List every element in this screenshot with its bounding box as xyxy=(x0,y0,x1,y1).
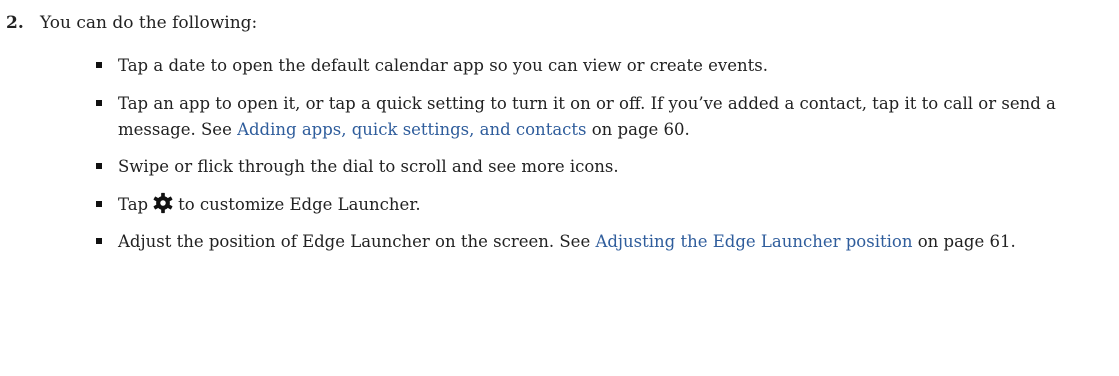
bullet-marker xyxy=(96,99,102,106)
bullet-marker xyxy=(96,238,102,244)
item-text: Swipe or flick through the dial to scrol… xyxy=(118,157,619,176)
item-text-after: on page 61. xyxy=(912,232,1016,251)
item-text-before: Adjust the position of Edge Launcher on … xyxy=(118,232,596,251)
item-text-after: to customize Edge Launcher. xyxy=(178,194,421,214)
bullet-marker xyxy=(96,163,102,169)
list-item: Swipe or flick through the dial to scrol… xyxy=(94,154,1109,180)
options-list: Tap a date to open the default calendar … xyxy=(94,53,1109,267)
list-item: Tap to customize Edge Launcher. xyxy=(94,192,1109,218)
item-text-after: on page 60. xyxy=(586,119,690,139)
gear-icon xyxy=(153,192,173,213)
bullet-marker xyxy=(96,62,102,68)
step-heading: 2. You can do the following: xyxy=(6,10,257,36)
step-number: 2. xyxy=(6,13,24,33)
item-text: Tap a date to open the default calendar … xyxy=(118,56,768,75)
list-item: Tap an app to open it, or tap a quick se… xyxy=(94,91,1109,143)
link-adding-apps[interactable]: Adding apps, quick settings, and contact… xyxy=(237,120,586,139)
bullet-marker xyxy=(96,200,102,207)
list-item: Adjust the position of Edge Launcher on … xyxy=(94,229,1109,255)
step-text: You can do the following: xyxy=(40,13,258,33)
list-item: Tap a date to open the default calendar … xyxy=(94,53,1109,79)
item-text-before: Tap xyxy=(118,194,149,214)
link-adjusting-position[interactable]: Adjusting the Edge Launcher position xyxy=(595,232,912,251)
